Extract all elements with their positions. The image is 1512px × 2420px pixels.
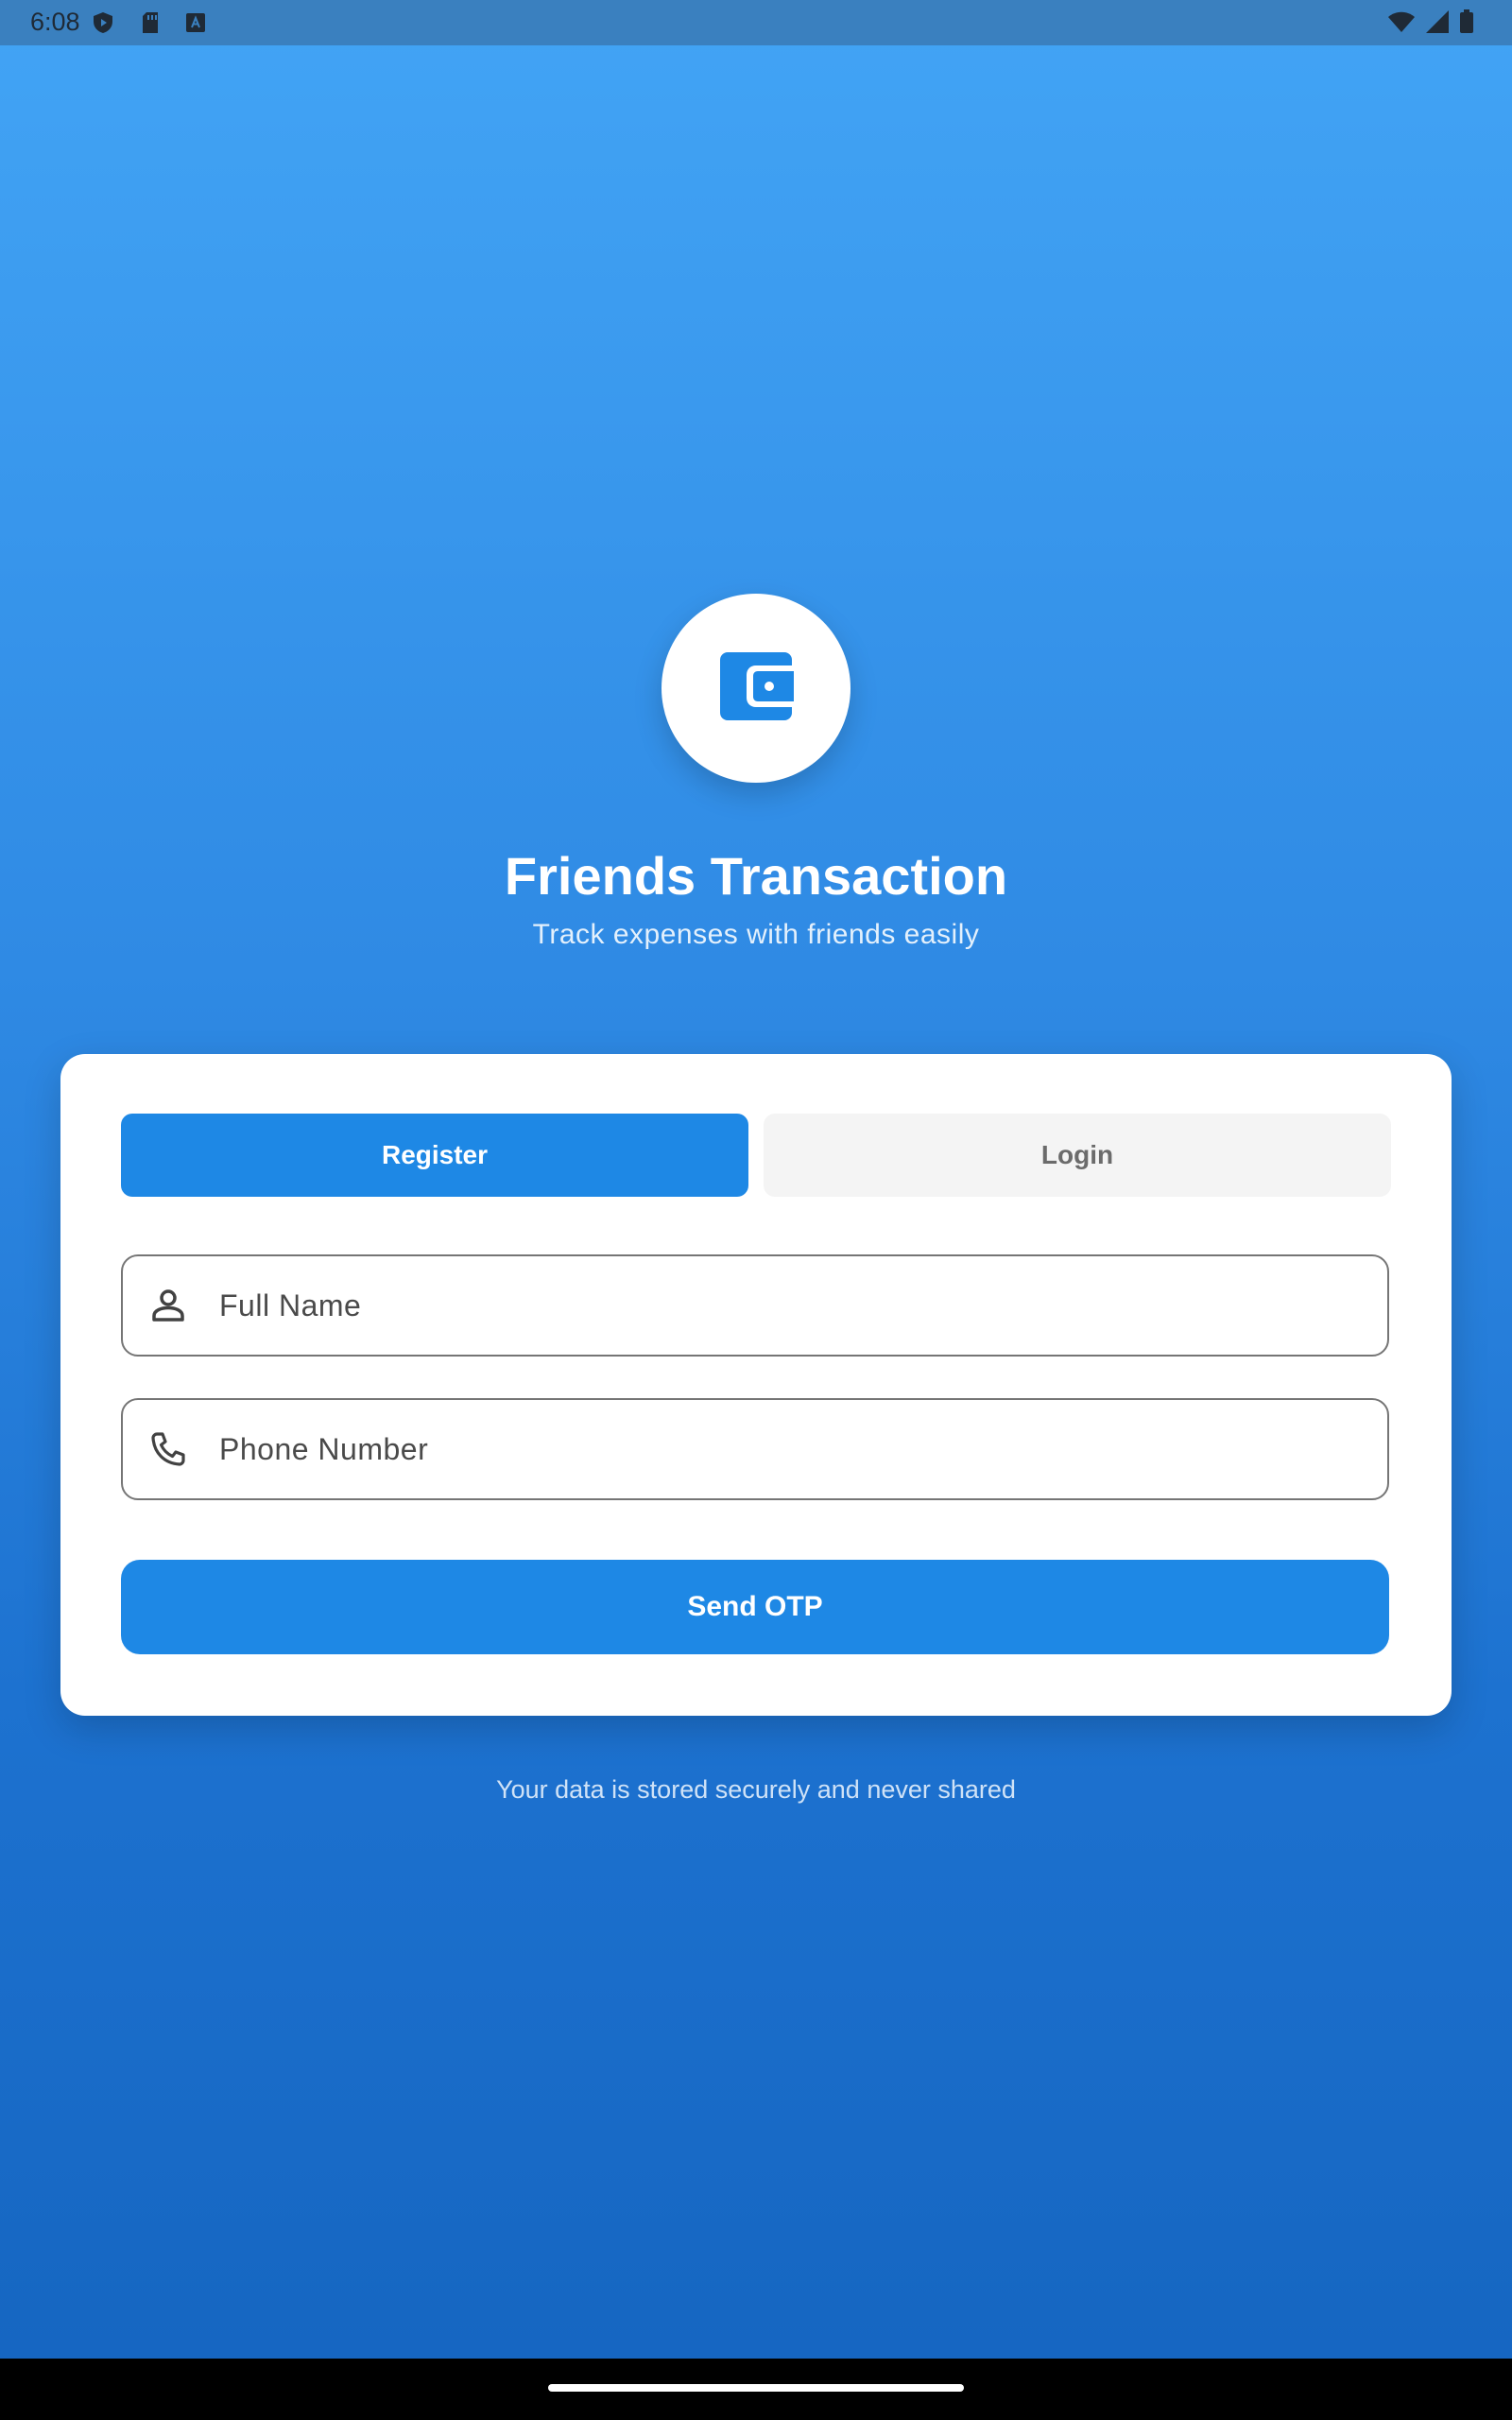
- privacy-footnote: Your data is stored securely and never s…: [496, 1775, 1016, 1804]
- phone-number-field[interactable]: [121, 1398, 1389, 1500]
- person-icon: [147, 1285, 189, 1326]
- status-bar: 6:08: [0, 0, 1512, 45]
- phone-number-input[interactable]: [217, 1410, 1355, 1488]
- app-title: Friends Transaction: [504, 846, 1008, 906]
- navigation-bar: [0, 2359, 1512, 2420]
- status-time: 6:08: [30, 8, 80, 36]
- full-name-input[interactable]: [217, 1267, 1355, 1344]
- tab-login[interactable]: Login: [764, 1114, 1391, 1197]
- tab-register[interactable]: Register: [121, 1114, 748, 1197]
- send-otp-button[interactable]: Send OTP: [121, 1560, 1389, 1654]
- wifi-icon: [1387, 9, 1416, 39]
- app-subtitle: Track expenses with friends easily: [532, 919, 980, 950]
- phone-icon: [147, 1428, 189, 1470]
- signal-icon: [1425, 9, 1450, 39]
- wallet-icon: [718, 650, 794, 727]
- a-box-icon: [185, 11, 206, 34]
- register-screen: 6:08 Friends Transaction Track expenses …: [0, 0, 1512, 2420]
- shield-play-icon: [93, 11, 113, 34]
- home-gesture-handle[interactable]: [548, 2384, 964, 2392]
- status-right-icons: [1387, 9, 1474, 39]
- sd-card-icon: [140, 11, 161, 34]
- app-logo: [662, 594, 850, 783]
- full-name-field[interactable]: [121, 1254, 1389, 1357]
- auth-card: Register Login Send OTP: [60, 1054, 1452, 1716]
- battery-icon: [1459, 9, 1474, 39]
